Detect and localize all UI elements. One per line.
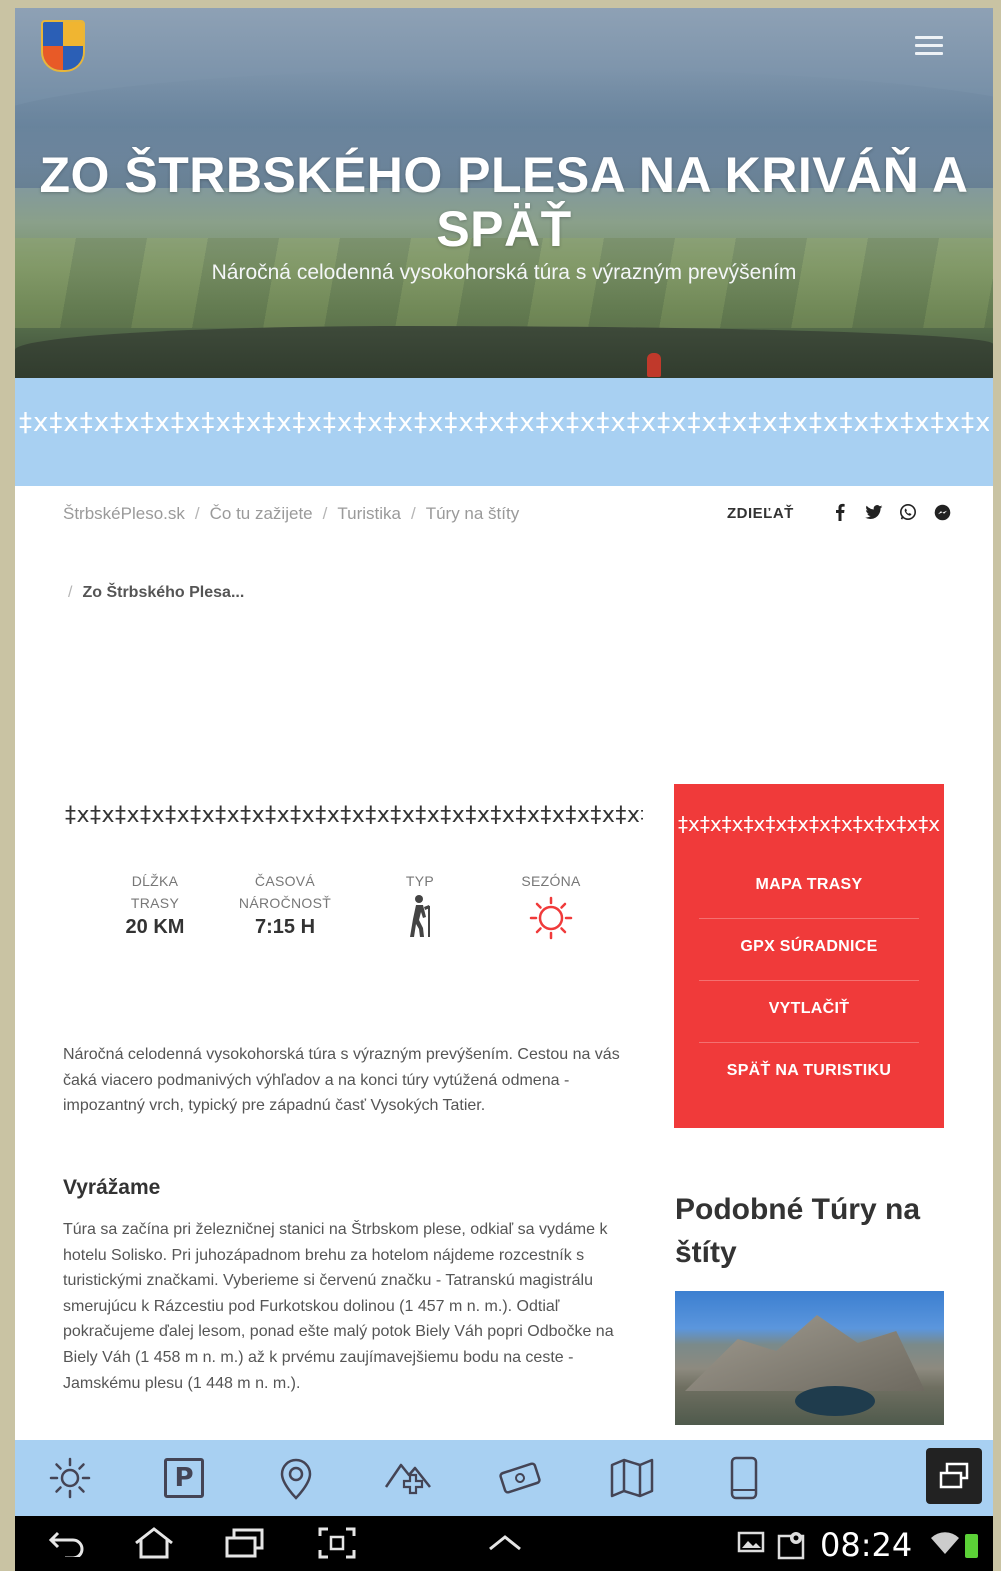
sun-icon: [511, 896, 591, 945]
divider: [699, 918, 919, 919]
coat-of-arms-icon: [41, 20, 85, 72]
share-icons: [830, 502, 952, 522]
similar-tour-thumbnail[interactable]: [675, 1291, 944, 1425]
map-icon[interactable]: [607, 1454, 657, 1502]
breadcrumb-current-label: Zo Štrbského Plesa...: [82, 584, 245, 601]
divider: [699, 980, 919, 981]
folk-ornament-band: ‡x‡x‡x‡x‡x‡x‡x‡x‡x‡x‡x‡x‡x‡x‡x‡x‡x‡x‡x‡x…: [15, 378, 993, 486]
peak-image-shape: [685, 1315, 925, 1391]
stat-time: ČASOVÁ NÁROČNOSŤ 7:15 H: [225, 870, 345, 939]
tablet-screen: ZO ŠTRBSKÉHO PLESA NA KRIVÁŇ A SPÄŤ Náro…: [15, 8, 993, 1571]
stat-length-label: DĹŽKA TRASY: [130, 873, 180, 911]
hiker-icon: [390, 894, 450, 943]
breadcrumb: ŠtrbskéPleso.sk / Čo tu zažijete / Turistika…: [63, 504, 520, 523]
breadcrumb-experiences[interactable]: Čo tu zažijete: [210, 504, 313, 523]
folk-ornament-divider: ‡x‡x‡x‡x‡x‡x‡x‡x‡x‡x‡x‡x‡x‡x‡x‡x‡x‡x‡x‡x…: [65, 803, 643, 828]
divider: [699, 1042, 919, 1043]
wifi-icon: [930, 1532, 960, 1563]
battery-icon: [965, 1534, 978, 1558]
trail-actions-panel: ‡x‡x‡x‡x‡x‡x‡x‡x‡x‡x‡x‡x‡x‡x‡x‡x‡x‡x‡x‡x…: [674, 784, 944, 1128]
location-pin-icon[interactable]: [271, 1454, 321, 1502]
share-label: ZDIEĽAŤ: [727, 505, 794, 522]
section-paragraph: Túra sa začína pri železničnej stanici n…: [63, 1221, 614, 1392]
breadcrumb-current: / Zo Štrbského Plesa...: [68, 584, 245, 601]
map-route-button[interactable]: MAPA TRASY: [694, 876, 924, 894]
section-heading: Vyrážame: [63, 1176, 161, 1199]
window-overlay-icon[interactable]: [926, 1448, 982, 1504]
stat-length-value: 20 KM: [125, 916, 185, 938]
weather-sun-icon[interactable]: [45, 1454, 95, 1502]
folk-ornament-red: ‡x‡x‡x‡x‡x‡x‡x‡x‡x‡x‡x‡x‡x‡x‡x‡x‡x‡x‡x‡x…: [678, 812, 940, 836]
twitter-icon[interactable]: [864, 502, 884, 522]
facebook-icon[interactable]: [830, 502, 850, 522]
intro-paragraph: Náročná celodenná vysokohorská túra s vý…: [63, 1046, 620, 1114]
hiker-figure: [647, 353, 661, 377]
stat-time-value: 7:15 H: [254, 916, 316, 938]
breadcrumb-peak-tours[interactable]: Túry na štíty: [426, 504, 520, 523]
whatsapp-icon[interactable]: [898, 502, 918, 522]
stat-time-label: ČASOVÁ NÁROČNOSŤ: [238, 873, 332, 911]
parking-icon[interactable]: P: [159, 1454, 209, 1502]
recent-apps-icon[interactable]: [221, 1526, 267, 1560]
gpx-coordinates-button[interactable]: GPX SÚRADNICE: [694, 938, 924, 956]
back-to-hiking-button[interactable]: SPÄŤ NA TURISTIKU: [694, 1062, 924, 1080]
clock: 08:24: [820, 1526, 913, 1564]
chevron-up-icon[interactable]: [483, 1526, 527, 1560]
page-subtitle: Náročná celodenná vysokohorská túra s vý…: [211, 261, 797, 284]
ticket-icon[interactable]: [495, 1454, 545, 1502]
stat-season: SEZÓNA: [511, 870, 591, 945]
hero-banner: ZO ŠTRBSKÉHO PLESA NA KRIVÁŇ A SPÄŤ Náro…: [15, 8, 993, 378]
hamburger-menu-icon[interactable]: [915, 36, 943, 58]
mobile-phone-icon[interactable]: [719, 1454, 769, 1502]
home-icon[interactable]: [129, 1526, 179, 1560]
breadcrumb-hiking[interactable]: Turistika: [337, 504, 401, 523]
bottom-app-nav: P: [15, 1440, 993, 1516]
lake-image-shape: [795, 1386, 875, 1416]
gallery-status-icon: [737, 1530, 765, 1561]
system-navigation-bar: 08:24: [15, 1516, 993, 1571]
map-status-icon: [777, 1530, 807, 1567]
print-button[interactable]: VYTLAČIŤ: [694, 1000, 924, 1018]
mountain-rescue-icon[interactable]: [383, 1454, 433, 1502]
stat-type: TYP: [390, 870, 450, 943]
similar-tours-heading: Podobné Túry na štíty: [675, 1193, 921, 1269]
breadcrumb-home[interactable]: ŠtrbskéPleso.sk: [63, 504, 185, 523]
site-logo[interactable]: [41, 20, 85, 72]
page-title: ZO ŠTRBSKÉHO PLESA NA KRIVÁŇ A SPÄŤ: [39, 147, 969, 257]
stat-season-label: SEZÓNA: [521, 873, 581, 889]
folk-ornament-pattern: ‡x‡x‡x‡x‡x‡x‡x‡x‡x‡x‡x‡x‡x‡x‡x‡x‡x‡x‡x‡x…: [19, 408, 989, 438]
screenshot-icon[interactable]: [315, 1526, 359, 1560]
foreground-ridge: [15, 326, 993, 378]
back-icon[interactable]: [45, 1526, 89, 1560]
stat-type-label: TYP: [405, 873, 435, 889]
stat-length: DĹŽKA TRASY 20 KM: [107, 870, 203, 939]
messenger-icon[interactable]: [932, 502, 952, 522]
